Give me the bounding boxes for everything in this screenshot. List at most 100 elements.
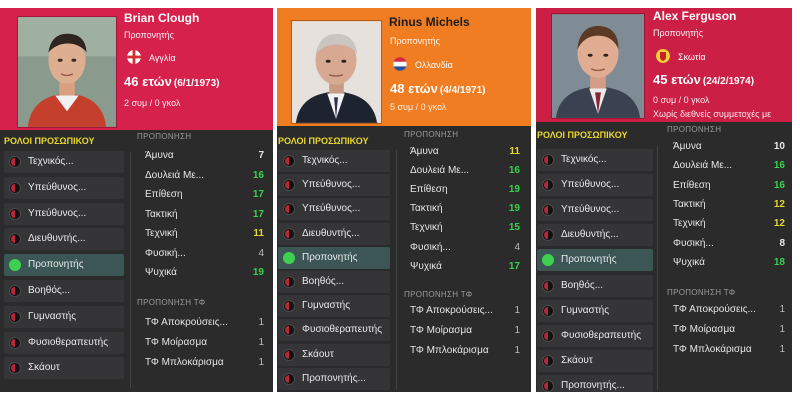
role-item[interactable]: Προπονητής... [537, 374, 653, 392]
training-attribute-label: Τεχνική [145, 228, 178, 239]
staff-age: 45 ετών (24/2/1974) [653, 72, 754, 87]
international-note: Χωρίς διεθνείς συμμετοχές με [653, 109, 772, 119]
role-label: Τεχνικός... [28, 156, 74, 167]
age-years: 46 ετών [124, 74, 172, 89]
role-status-icon [542, 379, 554, 392]
date-of-birth: (4/4/1971) [439, 85, 486, 96]
training-attribute-value: 12 [773, 198, 785, 210]
role-status-icon [542, 204, 554, 217]
training-attribute-value: 8 [779, 237, 785, 249]
role-item[interactable]: Υπεύθυνος... [4, 202, 124, 225]
training-attribute-label: Επίθεση [410, 184, 448, 196]
training-attribute-label: Δουλειά Με... [673, 160, 733, 172]
training-attribute-label: Επίθεση [145, 189, 183, 200]
role-status-icon [542, 329, 554, 342]
training-attribute-value: 12 [773, 218, 785, 230]
training-attribute-value: 16 [773, 160, 785, 172]
role-status-icon [542, 229, 554, 242]
role-item[interactable]: Διευθυντής... [537, 224, 653, 247]
gk-training-label: ΤΦ Αποκρούσεις... [145, 317, 228, 328]
role-item[interactable]: Τεχνικός... [537, 149, 653, 171]
staff-photo [551, 13, 645, 119]
international-caps: 0 συμ / 0 γκολ [653, 95, 710, 105]
role-label: Σκάουτ [561, 354, 593, 366]
role-status-icon [542, 179, 554, 192]
role-item[interactable]: Σκάουτ [278, 343, 390, 366]
gk-training-label: ΤΦ Αποκρούσεις... [673, 304, 756, 315]
staff-country: Αγγλία [149, 53, 176, 63]
roles-heading: ΡΟΛΟΙ ΠΡΟΣΩΠΙΚΟΥ [4, 136, 95, 146]
staff-card-clough: Brian Clough Προπονητής Αγγλία 46 ετών (6… [0, 8, 273, 392]
role-item[interactable]: Φυσιοθεραπευτής [278, 319, 390, 342]
training-attribute-value: 17 [252, 208, 264, 220]
role-label: Προπονητής [302, 251, 358, 263]
role-label: Προπονητής [28, 259, 84, 271]
england-flag-icon [127, 50, 141, 64]
role-item[interactable]: Βοηθός... [278, 271, 390, 293]
role-item[interactable]: Προπονητής [278, 246, 390, 269]
training-attribute-value: 17 [252, 189, 264, 200]
gk-training-heading: ΠΡΟΠΟΝΗΣΗ ΤΦ [137, 298, 206, 307]
role-item[interactable]: Υπεύθυνος... [278, 198, 390, 221]
role-status-icon [283, 348, 295, 361]
roles-heading: ΡΟΛΟΙ ΠΡΟΣΩΠΙΚΟΥ [537, 130, 628, 140]
role-item[interactable]: Τεχνικός... [278, 150, 390, 172]
role-label: Βοηθός... [28, 285, 71, 296]
role-item[interactable]: Προπονητής [4, 254, 124, 277]
gk-training-label: ΤΦ Μπλοκάρισμα [673, 344, 752, 355]
role-item[interactable]: Φυσιοθεραπευτής [4, 331, 124, 354]
staff-age: 48 ετών (4/4/1971) [390, 81, 486, 96]
gk-training-value: 1 [258, 357, 264, 368]
role-item[interactable]: Προπονητής [537, 249, 653, 272]
role-item[interactable]: Υπεύθυνος... [537, 199, 653, 222]
staff-photo [17, 16, 117, 128]
training-attribute-value: 16 [508, 165, 520, 177]
training-attribute-label: Ψυχικά [410, 260, 442, 272]
training-attribute-label: Φυσική... [145, 247, 186, 259]
role-label: Προπονητής... [302, 372, 366, 384]
roles-heading: ΡΟΛΟΙ ΠΡΟΣΩΠΙΚΟΥ [278, 136, 369, 146]
training-attribute-label: Τακτική [673, 198, 706, 210]
role-item[interactable]: Διευθυντής... [278, 222, 390, 245]
role-label: Υπεύθυνος... [561, 204, 620, 216]
staff-name: Rinus Michels [389, 15, 470, 29]
role-item[interactable]: Φυσιοθεραπευτής [537, 324, 653, 347]
role-label: Υπεύθυνος... [302, 179, 361, 191]
gk-training-label: ΤΦ Μοίρασμα [673, 324, 735, 335]
role-item[interactable]: Υπεύθυνος... [278, 174, 390, 197]
role-item[interactable]: Υπεύθυνος... [537, 174, 653, 197]
role-item[interactable]: Βοηθός... [537, 274, 653, 297]
gk-training-value: 1 [514, 345, 520, 356]
role-label: Υπεύθυνος... [302, 203, 361, 215]
role-item[interactable]: Υπεύθυνος... [4, 176, 124, 199]
international-caps: 2 συμ / 0 γκολ [124, 98, 181, 108]
role-item[interactable]: Βοηθός... [4, 280, 124, 302]
gk-training-value: 1 [779, 304, 785, 315]
date-of-birth: (6/1/1973) [173, 78, 220, 89]
role-status-icon [542, 304, 554, 317]
gk-training-value: 1 [258, 317, 264, 328]
role-item[interactable]: Τεχνικός... [4, 151, 124, 173]
role-item[interactable]: Σκάουτ [4, 357, 124, 380]
role-item[interactable]: Γυμναστής [4, 305, 124, 328]
role-label: Γυμναστής [302, 300, 351, 312]
training-attribute-label: Φυσική... [410, 241, 451, 253]
role-item[interactable]: Σκάουτ [537, 349, 653, 372]
staff-role: Προπονητής [124, 30, 174, 40]
role-item[interactable]: Γυμναστής [537, 299, 653, 322]
role-item[interactable]: Διευθυντής... [4, 228, 124, 251]
training-attribute-label: Άμυνα [673, 141, 702, 152]
staff-name: Alex Ferguson [653, 9, 737, 23]
role-label: Τεχνικός... [561, 154, 607, 165]
role-label: Τεχνικός... [302, 155, 348, 166]
training-attribute-value: 19 [252, 267, 264, 278]
training-attribute-label: Δουλειά Με... [410, 165, 470, 177]
role-label: Βοηθός... [561, 279, 604, 291]
gk-training-value: 1 [514, 305, 520, 316]
role-item[interactable]: Προπονητής... [278, 367, 390, 390]
training-attribute-value: 16 [252, 169, 264, 181]
gk-training-heading: ΠΡΟΠΟΝΗΣΗ ΤΦ [667, 288, 736, 297]
role-status-icon [542, 279, 554, 292]
role-item[interactable]: Γυμναστής [278, 295, 390, 318]
staff-age: 46 ετών (6/1/1973) [124, 74, 220, 89]
